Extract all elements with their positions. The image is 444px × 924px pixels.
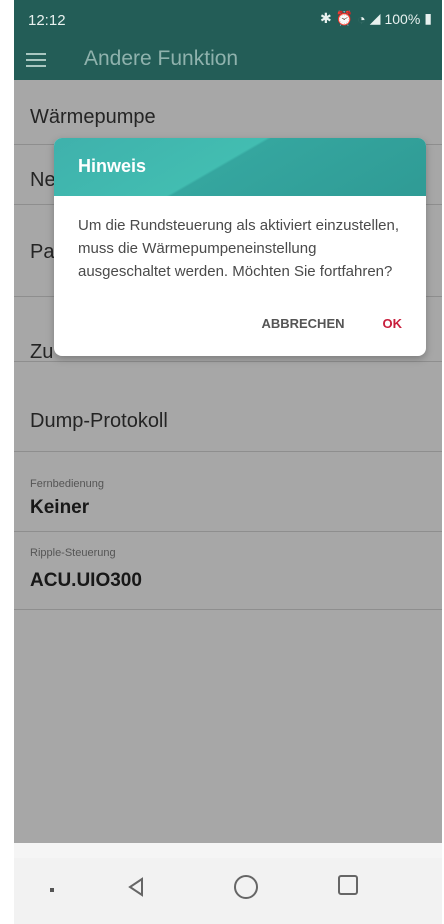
menu-icon[interactable] bbox=[26, 49, 46, 69]
battery-percent: 100% bbox=[384, 10, 421, 27]
toolbar-title: Andere Funktion bbox=[84, 47, 239, 70]
dialog-message: Um die Rundsteuerung als aktiviert einzu… bbox=[78, 217, 399, 280]
ok-button[interactable]: OK bbox=[383, 316, 403, 331]
app-toolbar: Andere Funktion bbox=[14, 40, 442, 80]
status-time: 12:12 bbox=[28, 12, 66, 29]
back-icon[interactable] bbox=[124, 875, 148, 899]
signal-icon: ◢ bbox=[369, 10, 381, 26]
phone-screen: 12:12 ✱ ⏰ ◔ ◢ 100% ▮ Andere Funktion Wär… bbox=[14, 0, 442, 924]
status-icons: ✱ ⏰ ◔ ◢ 100% ▮ bbox=[320, 10, 432, 27]
recent-apps-icon[interactable] bbox=[338, 875, 358, 895]
status-bar: 12:12 ✱ ⏰ ◔ ◢ 100% ▮ bbox=[14, 0, 442, 40]
navigation-bar bbox=[14, 858, 442, 924]
wifi-icon: ◔ bbox=[357, 10, 366, 27]
home-icon[interactable] bbox=[234, 875, 258, 899]
dialog-title: Hinweis bbox=[78, 156, 147, 176]
cancel-button[interactable]: ABBRECHEN bbox=[261, 316, 344, 331]
dialog-actions: ABBRECHEN OK bbox=[261, 316, 402, 331]
bluetooth-icon: ✱ bbox=[320, 10, 332, 26]
dialog-header: Hinweis bbox=[54, 138, 426, 196]
alarm-icon: ⏰ bbox=[335, 10, 354, 26]
notice-dialog: Hinweis Um die Rundsteuerung als aktivie… bbox=[54, 138, 426, 356]
battery-icon: ▮ bbox=[424, 10, 432, 26]
nav-dot-icon bbox=[50, 888, 54, 892]
